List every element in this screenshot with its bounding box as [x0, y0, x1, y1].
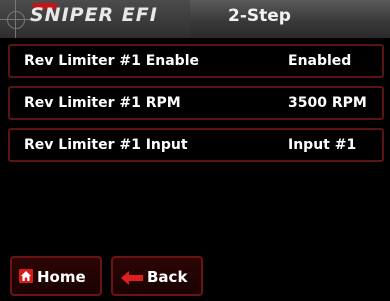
- home-button[interactable]: Home: [10, 256, 102, 296]
- setting-row-rev-limiter-enable[interactable]: Rev Limiter #1 Enable Enabled: [8, 44, 384, 78]
- setting-row-rev-limiter-rpm[interactable]: Rev Limiter #1 RPM 3500 RPM: [8, 86, 384, 120]
- title-bar: SNIPER EFI 2-Step: [0, 0, 390, 38]
- crosshair-ring: [7, 11, 25, 29]
- setting-value: Input #1: [288, 137, 357, 153]
- back-button-label: Back: [147, 268, 188, 286]
- logo-text: SNIPER EFI: [30, 4, 158, 26]
- setting-row-rev-limiter-input[interactable]: Rev Limiter #1 Input Input #1: [8, 128, 384, 162]
- sniper-efi-logo: SNIPER EFI: [0, 0, 190, 38]
- setting-value: 3500 RPM: [288, 95, 367, 111]
- home-button-label: Home: [37, 268, 86, 286]
- home-icon: [19, 269, 33, 283]
- setting-label: Rev Limiter #1 Enable: [24, 53, 199, 69]
- setting-value: Enabled: [288, 53, 352, 69]
- page-title: 2-Step: [228, 6, 291, 26]
- setting-label: Rev Limiter #1 Input: [24, 137, 188, 153]
- back-arrow-icon: [121, 270, 143, 289]
- setting-label: Rev Limiter #1 RPM: [24, 95, 181, 111]
- back-button[interactable]: Back: [111, 256, 203, 296]
